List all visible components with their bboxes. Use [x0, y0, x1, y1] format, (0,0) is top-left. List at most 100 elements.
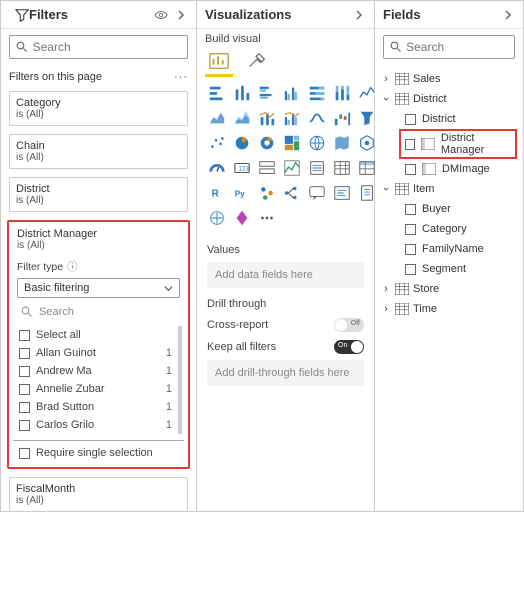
eye-icon[interactable]	[154, 8, 168, 22]
chevron-down-icon: ›	[380, 184, 392, 194]
cross-report-toggle[interactable]	[334, 318, 364, 332]
field-buyer[interactable]: Buyer	[377, 199, 521, 219]
filter-card-chain[interactable]: Chain is (All)	[9, 134, 188, 169]
table-time[interactable]: › Time	[377, 299, 521, 319]
filters-header: Filters	[1, 1, 196, 29]
funnel-icon[interactable]	[357, 108, 377, 128]
checkbox[interactable]	[405, 244, 416, 255]
chevron-down-icon: ›	[380, 94, 392, 104]
table-district[interactable]: › District	[377, 89, 521, 109]
treemap-icon[interactable]	[282, 133, 302, 153]
collapse-icon[interactable]	[174, 8, 188, 22]
viz-title: Visualizations	[205, 7, 346, 22]
field-district[interactable]: District	[377, 109, 521, 129]
matrix-icon[interactable]	[357, 158, 377, 178]
clustered-column-icon[interactable]	[282, 83, 302, 103]
pie-icon[interactable]	[232, 133, 252, 153]
hundred-stacked-bar-icon[interactable]	[307, 83, 327, 103]
filled-map-icon[interactable]	[332, 133, 352, 153]
filter-value[interactable]: Andrew Ma1	[13, 362, 178, 380]
search-icon	[390, 41, 402, 53]
slicer-icon[interactable]	[307, 158, 327, 178]
stacked-area-icon[interactable]	[232, 108, 252, 128]
map-icon[interactable]	[307, 133, 327, 153]
more-visuals-icon[interactable]	[257, 208, 277, 228]
arcgis-icon[interactable]	[207, 208, 227, 228]
filter-type-select[interactable]: Basic filtering	[17, 278, 180, 298]
keep-filters-toggle[interactable]	[334, 340, 364, 354]
filter-value[interactable]: Carlos Grilo1	[13, 416, 178, 434]
field-district-manager[interactable]: District Manager	[399, 129, 517, 159]
filter-card-category[interactable]: Category is (All)	[9, 91, 188, 126]
scatter-icon[interactable]	[207, 133, 227, 153]
checkbox[interactable]	[405, 264, 416, 275]
checkbox[interactable]	[405, 139, 415, 150]
key-influencers-icon[interactable]	[257, 183, 277, 203]
kpi-icon[interactable]	[282, 158, 302, 178]
line-chart-icon[interactable]	[357, 83, 377, 103]
viz-header: Visualizations	[197, 1, 374, 29]
gauge-icon[interactable]	[207, 158, 227, 178]
field-category[interactable]: Category	[377, 219, 521, 239]
table-icon	[395, 93, 409, 105]
checkbox[interactable]	[405, 204, 416, 215]
stacked-column-icon[interactable]	[232, 83, 252, 103]
table-item[interactable]: › Item	[377, 179, 521, 199]
svg-text:R: R	[212, 189, 219, 200]
filter-card-district-manager[interactable]: District Manager is (All) Filter type ⓘ …	[7, 220, 190, 469]
multirow-card-icon[interactable]	[257, 158, 277, 178]
collapse-icon[interactable]	[352, 8, 366, 22]
filter-type-label: Filter type	[17, 261, 63, 273]
smart-narrative-icon[interactable]	[332, 183, 352, 203]
hundred-stacked-column-icon[interactable]	[332, 83, 352, 103]
format-visual-tab[interactable]	[245, 49, 269, 73]
checkbox[interactable]	[405, 224, 416, 235]
table-store[interactable]: › Store	[377, 279, 521, 299]
chevron-right-icon: ›	[381, 283, 391, 295]
filter-value[interactable]: Allan Guinot1	[13, 344, 178, 362]
filters-search[interactable]	[9, 35, 188, 59]
require-single-selection[interactable]: Require single selection	[13, 440, 184, 461]
filter-value[interactable]: Annelie Zubar1	[13, 380, 178, 398]
stacked-bar-icon[interactable]	[207, 83, 227, 103]
table-icon[interactable]	[332, 158, 352, 178]
fields-search[interactable]	[383, 35, 515, 59]
fields-search-input[interactable]	[406, 40, 508, 54]
ribbon-chart-icon[interactable]	[307, 108, 327, 128]
collapse-icon[interactable]	[501, 8, 515, 22]
py-visual-icon[interactable]: Py	[232, 183, 252, 203]
more-icon[interactable]: ···	[174, 71, 188, 83]
field-dmimage[interactable]: DMImage	[377, 159, 521, 179]
decomposition-tree-icon[interactable]	[282, 183, 302, 203]
checkbox[interactable]	[405, 114, 416, 125]
r-visual-icon[interactable]: R	[207, 183, 227, 203]
waterfall-icon[interactable]	[332, 108, 352, 128]
field-segment[interactable]: Segment	[377, 259, 521, 279]
values-label: Values	[197, 236, 374, 260]
filters-search-input[interactable]	[33, 40, 181, 54]
layout-icon	[421, 138, 435, 150]
line-clustered-column-icon[interactable]	[282, 108, 302, 128]
build-visual-tab[interactable]	[207, 49, 231, 73]
table-sales[interactable]: › Sales	[377, 69, 521, 89]
azure-map-icon[interactable]	[357, 133, 377, 153]
qa-visual-icon[interactable]	[307, 183, 327, 203]
checkbox[interactable]	[405, 164, 416, 175]
paginated-report-icon[interactable]	[357, 183, 377, 203]
filter-values-search[interactable]: Search	[17, 304, 180, 320]
filter-value-select-all[interactable]: Select all	[13, 326, 178, 344]
line-stacked-column-icon[interactable]	[257, 108, 277, 128]
power-apps-icon[interactable]	[232, 208, 252, 228]
clustered-bar-icon[interactable]	[257, 83, 277, 103]
filter-card-district[interactable]: District is (All)	[9, 177, 188, 212]
donut-icon[interactable]	[257, 133, 277, 153]
filter-value[interactable]: Brad Sutton1	[13, 398, 178, 416]
fields-pane: Fields › Sales › District	[375, 1, 523, 511]
field-familyname[interactable]: FamilyName	[377, 239, 521, 259]
filter-card-fiscalmonth[interactable]: FiscalMonth is (All)	[9, 477, 188, 511]
info-icon[interactable]: ⓘ	[67, 259, 78, 274]
area-chart-icon[interactable]	[207, 108, 227, 128]
values-dropzone[interactable]: Add data fields here	[207, 262, 364, 288]
drill-through-dropzone[interactable]: Add drill-through fields here	[207, 360, 364, 386]
card-icon[interactable]: 123	[232, 158, 252, 178]
